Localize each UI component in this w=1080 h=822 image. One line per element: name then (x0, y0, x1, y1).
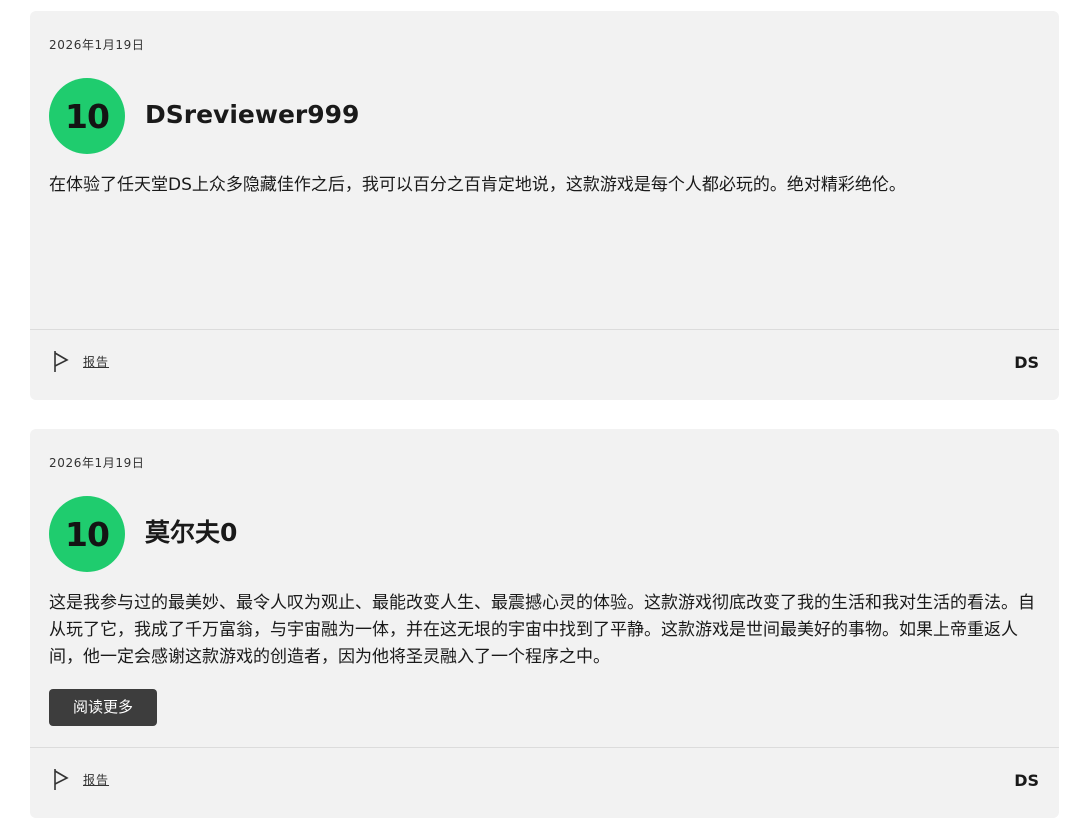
report-button[interactable]: 报告 (52, 349, 109, 373)
report-label: 报告 (83, 772, 110, 787)
review-card: 2026年1月19日 10 莫尔夫0 这是我参与过的最美妙、最令人叹为观止、最能… (30, 429, 1059, 818)
report-button[interactable]: 报告 (52, 767, 109, 791)
score-badge: 10 (49, 78, 125, 154)
reviewer-name[interactable]: 莫尔夫0 (145, 517, 237, 549)
review-date: 2026年1月19日 (49, 38, 145, 52)
review-date: 2026年1月19日 (49, 456, 145, 470)
read-more-button[interactable]: 阅读更多 (49, 689, 157, 726)
report-label: 报告 (83, 354, 110, 369)
platform-label: DS (1014, 353, 1039, 372)
platform-label: DS (1014, 771, 1039, 790)
card-divider (30, 329, 1059, 330)
flag-icon (54, 351, 69, 372)
flag-icon (54, 769, 69, 790)
card-divider (30, 747, 1059, 748)
review-text: 在体验了任天堂DS上众多隐藏佳作之后，我可以百分之百肯定地说，这款游戏是每个人都… (49, 175, 906, 195)
score-badge: 10 (49, 496, 125, 572)
review-text: 这是我参与过的最美妙、最令人叹为观止、最能改变人生、最震撼心灵的体验。这款游戏彻… (49, 593, 1035, 667)
reviewer-name[interactable]: DSreviewer999 (145, 99, 359, 131)
review-card: 2026年1月19日 10 DSreviewer999 在体验了任天堂DS上众多… (30, 11, 1059, 400)
